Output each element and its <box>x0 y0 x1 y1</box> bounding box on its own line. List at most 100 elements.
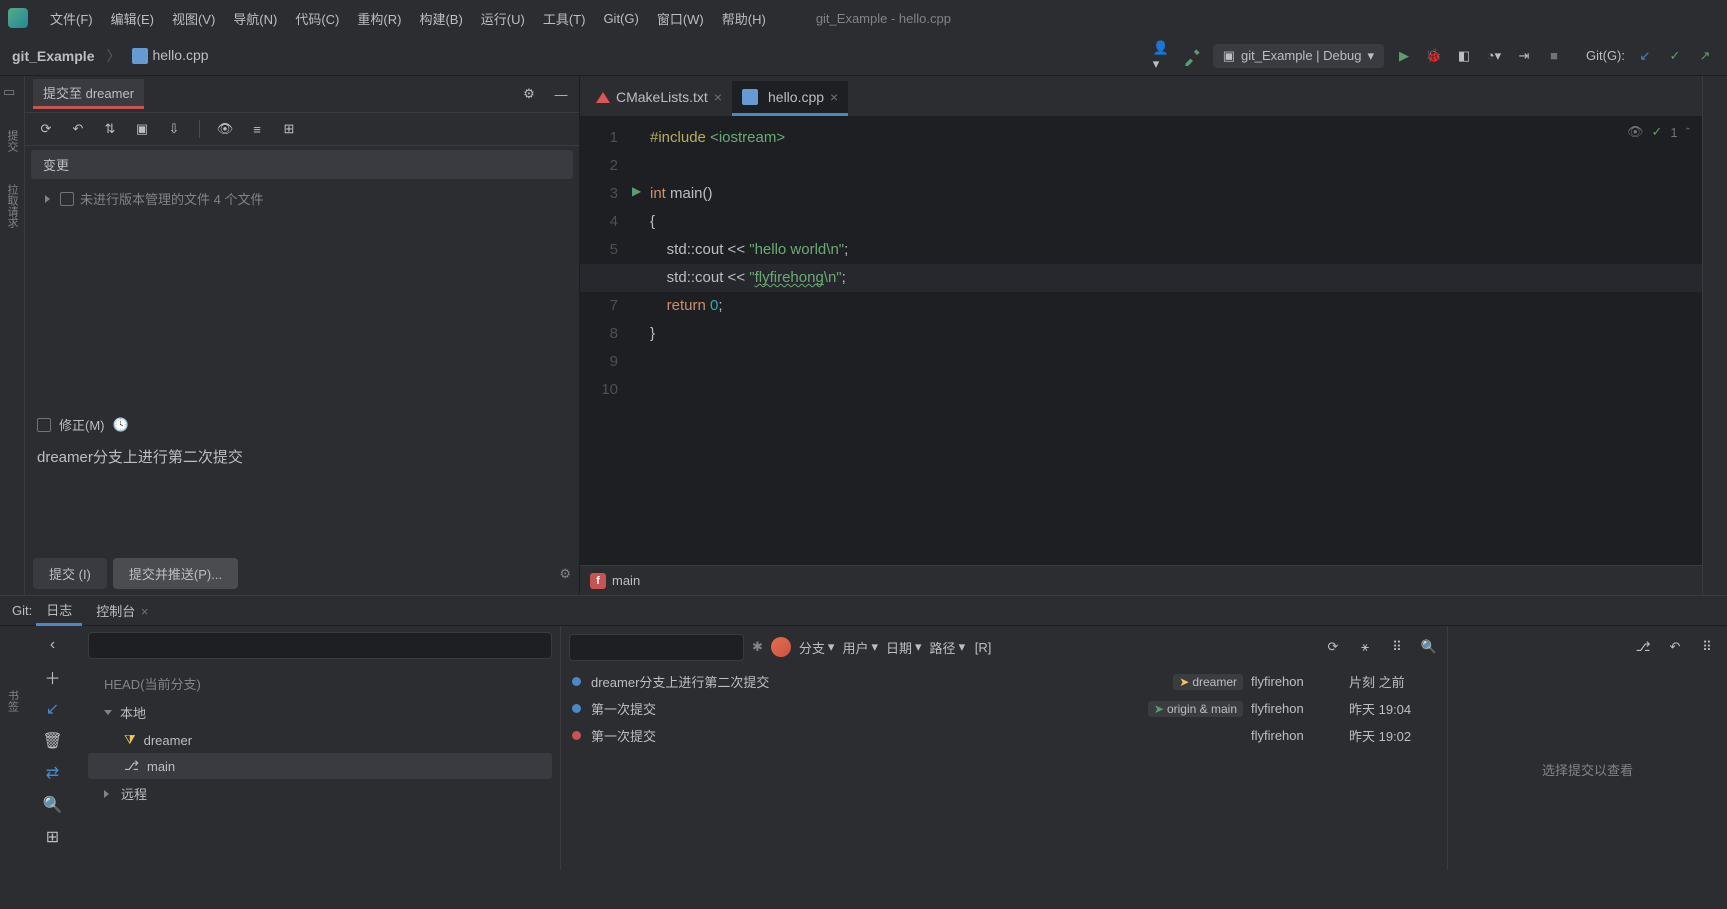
user-icon[interactable]: 👤▾ <box>1153 46 1173 66</box>
menu-help[interactable]: 帮助(H) <box>714 5 774 32</box>
commit-icon[interactable]: ✓ <box>1665 46 1685 66</box>
favorite-icon[interactable]: ✱ <box>752 639 763 655</box>
filter-user[interactable]: 用户 ▾ <box>842 638 878 657</box>
layout-icon[interactable]: ⠿ <box>1697 637 1717 657</box>
push-icon[interactable]: ↗ <box>1695 46 1715 66</box>
breadcrumb[interactable]: git_Example 〉 hello.cpp <box>12 46 209 66</box>
menu-run[interactable]: 运行(U) <box>473 5 533 32</box>
goto-hash-icon[interactable]: ⠿ <box>1387 637 1407 657</box>
search-icon[interactable]: 🔍 <box>42 794 64 816</box>
group-icon[interactable]: ≡ <box>248 120 266 138</box>
editor-breadcrumbs[interactable]: f main <box>580 565 1702 595</box>
branch-item-main[interactable]: ⎇ main <box>88 753 552 779</box>
add-icon[interactable]: ＋ <box>42 666 64 688</box>
tab-cmakelists[interactable]: CMakeLists.txt × <box>586 81 732 116</box>
tab-console[interactable]: 控制台 × <box>86 597 158 624</box>
menu-tools[interactable]: 工具(T) <box>535 5 594 32</box>
head-branch-item[interactable]: HEAD(当前分支) <box>88 669 552 698</box>
commit-message: 第一次提交 <box>591 726 1235 745</box>
commit-button[interactable]: 提交 (I) <box>33 558 107 589</box>
coverage-icon[interactable]: ◧ <box>1454 46 1474 66</box>
navigation-bar: git_Example 〉 hello.cpp 👤▾ ▣ git_Example… <box>0 36 1727 76</box>
commit-author: flyfirehon <box>1251 674 1341 689</box>
menu-view[interactable]: 视图(V) <box>164 5 223 32</box>
show-diff-icon[interactable]: 👁 <box>216 120 234 138</box>
code-editor[interactable]: 👁 ✓1 ˆ 12345678910 ▶ #include <iostream>… <box>580 116 1702 565</box>
filter-path[interactable]: 路径 ▾ <box>930 638 966 657</box>
menu-refactor[interactable]: 重构(R) <box>349 5 409 32</box>
expand-icon[interactable]: ⊞ <box>42 826 64 848</box>
project-tool-icon[interactable]: ▭ <box>3 84 21 102</box>
branch-icon: ⎇ <box>124 758 139 774</box>
commit-panel-tab[interactable]: 提交至 dreamer <box>33 79 144 109</box>
commit-settings-icon[interactable]: ⚙ <box>559 566 571 582</box>
shelve-icon[interactable]: ⇩ <box>165 120 183 138</box>
commit-row[interactable]: 第一次提交 ➤origin & main flyfirehon 昨天 19:04 <box>561 695 1447 722</box>
commit-and-push-button[interactable]: 提交并推送(P)... <box>113 558 238 589</box>
profile-icon[interactable]: ◔▾ <box>1484 46 1504 66</box>
delete-icon[interactable]: 🗑 <box>42 730 64 752</box>
history-icon[interactable]: 🕓 <box>113 417 129 433</box>
checkbox[interactable] <box>60 192 74 206</box>
close-icon[interactable]: × <box>141 604 149 619</box>
regex-icon[interactable]: [R] <box>973 637 993 657</box>
branch-action-icon[interactable]: ⎇ <box>1633 637 1653 657</box>
filter-branch[interactable]: 分支 ▾ <box>799 638 835 657</box>
debug-icon[interactable]: 🐞 <box>1424 46 1444 66</box>
git-branch-label[interactable]: Git(G): <box>1586 48 1625 63</box>
branch-item-dreamer[interactable]: ⧩ dreamer <box>88 727 552 753</box>
breadcrumb-file[interactable]: hello.cpp <box>132 47 208 64</box>
tab-log[interactable]: 日志 <box>36 596 82 626</box>
run-icon[interactable]: ▶ <box>1394 46 1414 66</box>
local-branches-group[interactable]: 本地 <box>88 698 552 727</box>
revert-icon[interactable]: ↶ <box>1665 637 1685 657</box>
commit-row[interactable]: 第一次提交 flyfirehon 昨天 19:02 <box>561 722 1447 749</box>
commit-row[interactable]: dreamer分支上进行第二次提交 ➤dreamer flyfirehon 片刻… <box>561 668 1447 695</box>
menu-edit[interactable]: 编辑(E) <box>103 5 162 32</box>
menu-window[interactable]: 窗口(W) <box>649 5 712 32</box>
menu-navigate[interactable]: 导航(N) <box>225 5 285 32</box>
attach-icon[interactable]: ⇥ <box>1514 46 1534 66</box>
remote-branches-group[interactable]: 远程 <box>88 779 552 808</box>
stop-icon[interactable]: ■ <box>1544 46 1564 66</box>
compare-icon[interactable]: ⇄ <box>42 762 64 784</box>
update-project-icon[interactable]: ↙ <box>1635 46 1655 66</box>
minimize-icon[interactable]: — <box>551 84 571 104</box>
gear-icon[interactable]: ⚙ <box>519 84 539 104</box>
run-configuration-dropdown[interactable]: ▣ git_Example | Debug ▾ <box>1213 44 1384 68</box>
branch-search-input[interactable] <box>88 632 552 659</box>
find-icon[interactable]: 🔍 <box>1419 637 1439 657</box>
close-icon[interactable]: × <box>714 89 722 105</box>
bookmarks-tool-tab[interactable]: 书签 <box>5 686 21 716</box>
back-icon[interactable]: ‹ <box>42 634 64 656</box>
pull-requests-tool-tab[interactable]: 拉取请求 <box>4 180 20 232</box>
close-icon[interactable]: × <box>830 89 838 105</box>
commit-tool-tab[interactable]: 提交 <box>4 126 20 156</box>
menu-build[interactable]: 构建(B) <box>411 5 470 32</box>
unversioned-files-row[interactable]: 未进行版本管理的文件 4 个文件 <box>25 183 579 214</box>
breadcrumb-project[interactable]: git_Example <box>12 48 94 64</box>
commit-message-input[interactable]: dreamer分支上进行第二次提交 <box>25 442 579 552</box>
amend-checkbox[interactable] <box>37 418 51 432</box>
tab-hello-cpp[interactable]: hello.cpp × <box>732 81 848 116</box>
commit-date: 昨天 19:02 <box>1349 726 1439 745</box>
menu-code[interactable]: 代码(C) <box>287 5 347 32</box>
diff-icon[interactable]: ⇅ <box>101 120 119 138</box>
refresh-icon[interactable]: ⟳ <box>37 120 55 138</box>
rollback-icon[interactable]: ↶ <box>69 120 87 138</box>
unversioned-files-label: 未进行版本管理的文件 4 个文件 <box>80 189 263 208</box>
menu-git[interactable]: Git(G) <box>595 7 646 30</box>
commits-list[interactable]: dreamer分支上进行第二次提交 ➤dreamer flyfirehon 片刻… <box>561 668 1447 870</box>
refresh-icon[interactable]: ⟳ <box>1323 637 1343 657</box>
bottom-left-gutter: 书签 <box>0 626 25 870</box>
tab-label: CMakeLists.txt <box>616 89 708 105</box>
changes-header[interactable]: 变更 <box>31 150 573 179</box>
filter-date[interactable]: 日期 ▾ <box>886 638 922 657</box>
build-hammer-icon[interactable] <box>1183 46 1203 66</box>
expand-icon[interactable]: ⊞ <box>280 120 298 138</box>
checkout-icon[interactable]: ↙ <box>42 698 64 720</box>
cherry-pick-icon[interactable]: ⚹ <box>1355 637 1375 657</box>
changelist-icon[interactable]: ▣ <box>133 120 151 138</box>
commit-search-input[interactable] <box>569 634 744 661</box>
menu-file[interactable]: 文件(F) <box>42 5 101 32</box>
